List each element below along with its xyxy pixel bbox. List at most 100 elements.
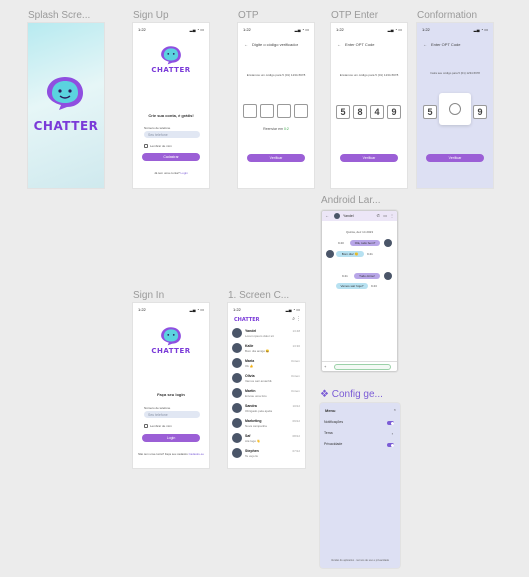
signup-footer: Já tem uma conta? Login <box>154 171 188 175</box>
signup-heading: Crie sua conta, é grátis! <box>148 113 194 118</box>
chat-preview: Te vejo lá <box>245 454 258 458</box>
frame-label-chats: 1. Screen C... <box>228 290 290 301</box>
splash-brand: CHATTER <box>33 119 99 133</box>
status-time: 1:22 <box>422 26 430 32</box>
chat-time: 09/12 <box>292 419 300 423</box>
phone-input[interactable]: Seu telefone <box>144 131 200 138</box>
otp-frame: 1:22 ▂▄ ◔ ▭ ← Digite o código verificador … <box>238 23 314 188</box>
chat-preview: Ok 👍 <box>245 364 254 368</box>
config-footer: Versão do aplicativo · termos de uso e p… <box>330 559 390 562</box>
signup-button[interactable]: Cadastrar <box>142 153 200 161</box>
more-icon[interactable]: ⋮ <box>390 213 394 218</box>
signin-footer: Não tem uma conta? Faça seu cadastro Cad… <box>138 452 204 456</box>
signin-brand: CHATTER <box>151 347 191 355</box>
otp-digit-1[interactable]: 5 <box>336 105 350 119</box>
remember-checkbox[interactable] <box>144 424 148 428</box>
close-icon[interactable]: × <box>394 407 396 412</box>
chat-name: Sandra <box>245 404 257 408</box>
chatter-logo-icon <box>47 77 83 110</box>
status-time: 1:22 <box>138 26 146 32</box>
back-arrow-icon[interactable]: ← <box>244 42 248 47</box>
verify-button[interactable]: Verificar <box>426 154 484 162</box>
otp-info: Enviamos um código para 5 (01) 1234-5678 <box>246 73 306 77</box>
verify-button[interactable]: Verificar <box>340 154 398 162</box>
chat-list-item[interactable]: Martin Enviou uma foto Ontem <box>232 387 301 401</box>
back-arrow-icon[interactable]: ← <box>337 42 341 47</box>
confirmation-frame: 1:22 ▂▄ ◔ ▭ ← Enter OPT Code Insira seu có… <box>417 23 493 188</box>
chat-preview: Bom dia amigo 😀 <box>245 349 270 353</box>
frame-label-android: Android Lar... <box>321 195 381 206</box>
add-icon[interactable]: + <box>324 364 326 369</box>
login-link[interactable]: Login <box>181 171 188 175</box>
otp-digit-4[interactable] <box>294 104 308 118</box>
otp-digit-2[interactable] <box>260 104 274 118</box>
login-button[interactable]: Login <box>142 434 200 442</box>
chat-name: Yandel <box>245 329 257 333</box>
avatar <box>232 403 242 413</box>
privacy-toggle[interactable] <box>387 443 394 447</box>
message-composer: + <box>322 361 397 371</box>
avatar <box>232 418 242 428</box>
frame-label-signin: Sign In <box>133 290 165 301</box>
frame-label-confirmation: Conformation <box>417 10 478 21</box>
phone-input[interactable]: Seu telefone <box>144 411 200 418</box>
status-icons: ▂▄ ◔ ▭ <box>387 26 402 32</box>
chat-list-item[interactable]: Olivia Vamos sair amanhã Ontem <box>232 372 301 386</box>
verify-button[interactable]: Verificar <box>247 154 305 162</box>
avatar <box>232 328 242 338</box>
otp-digit-3[interactable] <box>277 104 291 118</box>
notifications-toggle[interactable] <box>387 421 394 425</box>
back-arrow-icon[interactable]: ← <box>423 42 427 47</box>
message-input[interactable] <box>334 364 391 370</box>
chat-preview: Nova campanha <box>245 424 267 428</box>
chat-list-item[interactable]: Stephen Te vejo lá 07/12 <box>232 447 301 461</box>
config-row[interactable]: Notificações <box>324 420 396 428</box>
avatar <box>326 250 334 258</box>
frame-label-config: ❖ Config ge... <box>320 389 383 400</box>
chat-name: Marketing <box>245 419 262 423</box>
status-icons: ▂▄ ◔ ▭ <box>473 26 488 32</box>
chat-list-item[interactable]: Sandra Obrigado pela ajuda 10/12 <box>232 402 301 416</box>
more-icon[interactable]: ⋮ <box>296 316 301 322</box>
config-row[interactable]: Tema › <box>324 431 396 439</box>
status-icons: ▂▄ ◔ ▭ <box>189 26 204 32</box>
otp-digit-1[interactable] <box>243 104 257 118</box>
search-icon[interactable]: ⌕ <box>292 316 295 322</box>
chat-name: Maria <box>245 359 255 363</box>
remember-checkbox[interactable] <box>144 144 148 148</box>
android-chat-frame: ← Yandel ✆ ▭ ⋮ Quinta, dez 14 2023 Olá, … <box>321 210 398 372</box>
signin-field-label: Número de telefone <box>144 406 171 410</box>
status-time: 1:22 <box>233 306 241 312</box>
message-time: 9:43 <box>371 284 377 288</box>
message-bubble-out: Tudo ótimo! <box>354 273 380 279</box>
chatter-logo-icon <box>161 327 181 346</box>
frame-label-signup: Sign Up <box>133 10 169 21</box>
call-icon[interactable]: ✆ <box>377 213 380 218</box>
otp-digit-3[interactable]: 4 <box>370 105 384 119</box>
chat-name: Olivia <box>245 374 255 378</box>
chat-list-item[interactable]: Kalle Bom dia amigo 😀 13:30 <box>232 342 301 356</box>
message-time: 9:41 <box>367 252 373 256</box>
back-arrow-icon[interactable]: ← <box>325 213 329 218</box>
otp-digit-4[interactable]: 9 <box>387 105 401 119</box>
avatar <box>232 388 242 398</box>
contact-avatar[interactable] <box>334 213 340 219</box>
chat-time: 07/12 <box>292 449 300 453</box>
chat-preview: Até logo 👋 <box>245 439 261 443</box>
avatar <box>232 373 242 383</box>
otp-resend: Reenviar em 0:2 <box>263 127 289 131</box>
chat-list-item[interactable]: Saf Até logo 👋 08/12 <box>232 432 301 446</box>
otp-digit-2[interactable]: 8 <box>353 105 367 119</box>
config-row[interactable]: Privacidade <box>324 442 396 450</box>
chat-list-item[interactable]: Marketing Nova campanha 09/12 <box>232 417 301 431</box>
remember-label: Lembrar de mim <box>150 424 172 428</box>
otp-enter-frame: 1:22 ▂▄ ◔ ▭ ← Enter OPT Code Enviamos um c… <box>331 23 407 188</box>
chevron-icon[interactable]: › <box>392 431 393 436</box>
avatar <box>232 433 242 443</box>
video-icon[interactable]: ▭ <box>383 213 387 218</box>
status-icons: ▂▄ ◔ ▭ <box>285 306 300 312</box>
chat-list-item[interactable]: Maria Ok 👍 Ontem <box>232 357 301 371</box>
chat-list-item[interactable]: Yandel Lorem ipsum dolor sit 13:48 <box>232 327 301 341</box>
remember-label: Lembrar de mim <box>150 144 172 148</box>
signup-link[interactable]: Cadastre-se <box>189 452 204 456</box>
